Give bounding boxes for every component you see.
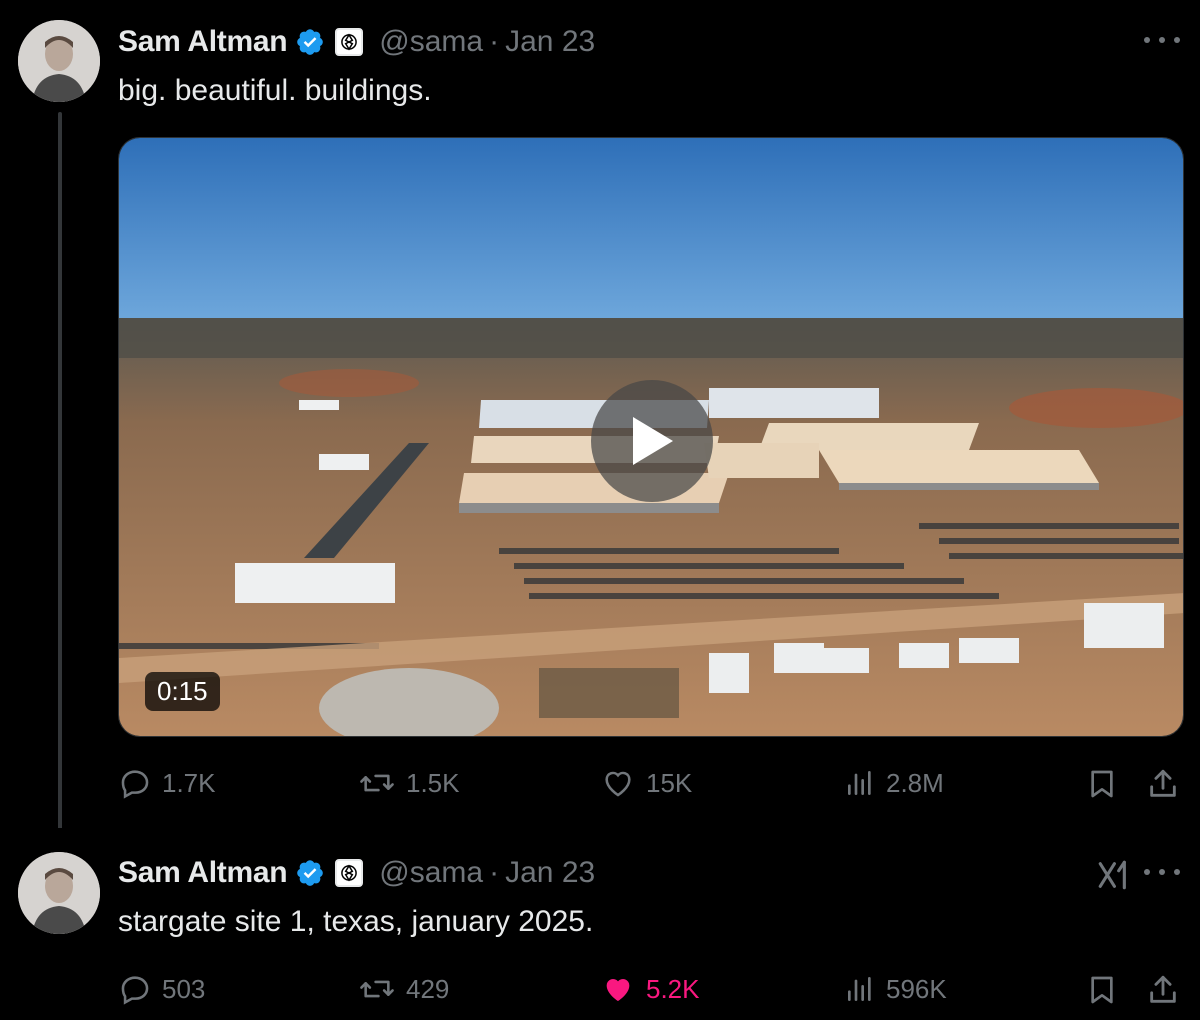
avatar[interactable] xyxy=(18,20,100,102)
separator-dot: · xyxy=(489,856,500,889)
view-count: 2.8M xyxy=(886,767,944,798)
bookmark-button[interactable] xyxy=(1086,766,1118,807)
tweet-date[interactable]: Jan 23 xyxy=(505,25,595,59)
author-name[interactable]: Sam Altman xyxy=(118,25,288,59)
author-handle[interactable]: @sama xyxy=(379,856,483,890)
repost-count: 1.5K xyxy=(406,767,460,798)
repost-button[interactable]: 429 xyxy=(358,972,449,1006)
verified-badge-icon[interactable] xyxy=(295,858,325,888)
share-icon xyxy=(1150,975,1176,1003)
reply-button[interactable]: 1.7K xyxy=(118,766,216,800)
more-icon[interactable] xyxy=(1144,30,1180,50)
action-bar: 1.7K 1.5K 15K 2.8M xyxy=(0,762,1200,806)
reply-icon xyxy=(121,770,149,799)
play-button[interactable] xyxy=(591,380,713,502)
tweet-text: stargate site 1, texas, january 2025. xyxy=(118,905,594,938)
tweet-2[interactable]: Sam Altman @sama · Jan 23 stargate site … xyxy=(0,828,1200,1020)
views-button[interactable]: 2.8M xyxy=(844,766,944,800)
tweet-header: Sam Altman @sama · Jan 23 xyxy=(118,853,595,893)
like-button[interactable]: 5.2K xyxy=(600,972,700,1006)
separator-dot: · xyxy=(489,25,500,58)
views-button[interactable]: 596K xyxy=(844,972,947,1006)
tweet-date[interactable]: Jan 23 xyxy=(505,856,595,890)
share-button[interactable] xyxy=(1146,972,1180,1013)
play-icon xyxy=(633,417,673,465)
bookmark-icon xyxy=(1091,976,1113,1004)
like-icon xyxy=(605,771,631,797)
video-duration: 0:15 xyxy=(145,672,220,711)
like-button[interactable]: 15K xyxy=(600,766,692,800)
avatar[interactable] xyxy=(18,852,100,934)
thread-connector-line xyxy=(58,112,62,844)
more-icon[interactable] xyxy=(1144,862,1180,882)
repost-icon xyxy=(360,774,394,792)
like-count: 5.2K xyxy=(646,973,700,1004)
reply-button[interactable]: 503 xyxy=(118,972,205,1006)
openai-logo-icon[interactable] xyxy=(335,28,364,56)
tweet-1[interactable]: Sam Altman @sama · Jan 23 big. beautiful… xyxy=(0,0,1200,844)
openai-logo-icon[interactable] xyxy=(335,859,364,887)
share-button[interactable] xyxy=(1146,766,1180,807)
action-bar: 503 429 5.2K 596K xyxy=(0,968,1200,1012)
tweet-header: Sam Altman @sama · Jan 23 xyxy=(118,22,595,62)
video-player[interactable]: 0:15 xyxy=(118,137,1184,737)
like-count: 15K xyxy=(646,767,693,798)
grok-icon[interactable] xyxy=(1096,858,1130,897)
tweet-text: big. beautiful. buildings. xyxy=(118,74,432,107)
author-handle[interactable]: @sama xyxy=(379,25,483,59)
author-name[interactable]: Sam Altman xyxy=(118,856,288,890)
views-icon xyxy=(848,771,871,795)
view-count: 596K xyxy=(886,973,947,1004)
repost-button[interactable]: 1.5K xyxy=(358,766,460,800)
reply-icon xyxy=(121,976,149,1005)
bookmark-icon xyxy=(1091,770,1113,798)
like-filled-icon xyxy=(606,978,630,1002)
repost-count: 429 xyxy=(406,973,450,1004)
repost-icon xyxy=(360,980,394,998)
verified-badge-icon[interactable] xyxy=(295,27,325,57)
share-icon xyxy=(1150,769,1176,797)
reply-count: 503 xyxy=(162,973,206,1004)
bookmark-button[interactable] xyxy=(1086,972,1118,1013)
reply-count: 1.7K xyxy=(162,767,216,798)
views-icon xyxy=(848,977,871,1001)
